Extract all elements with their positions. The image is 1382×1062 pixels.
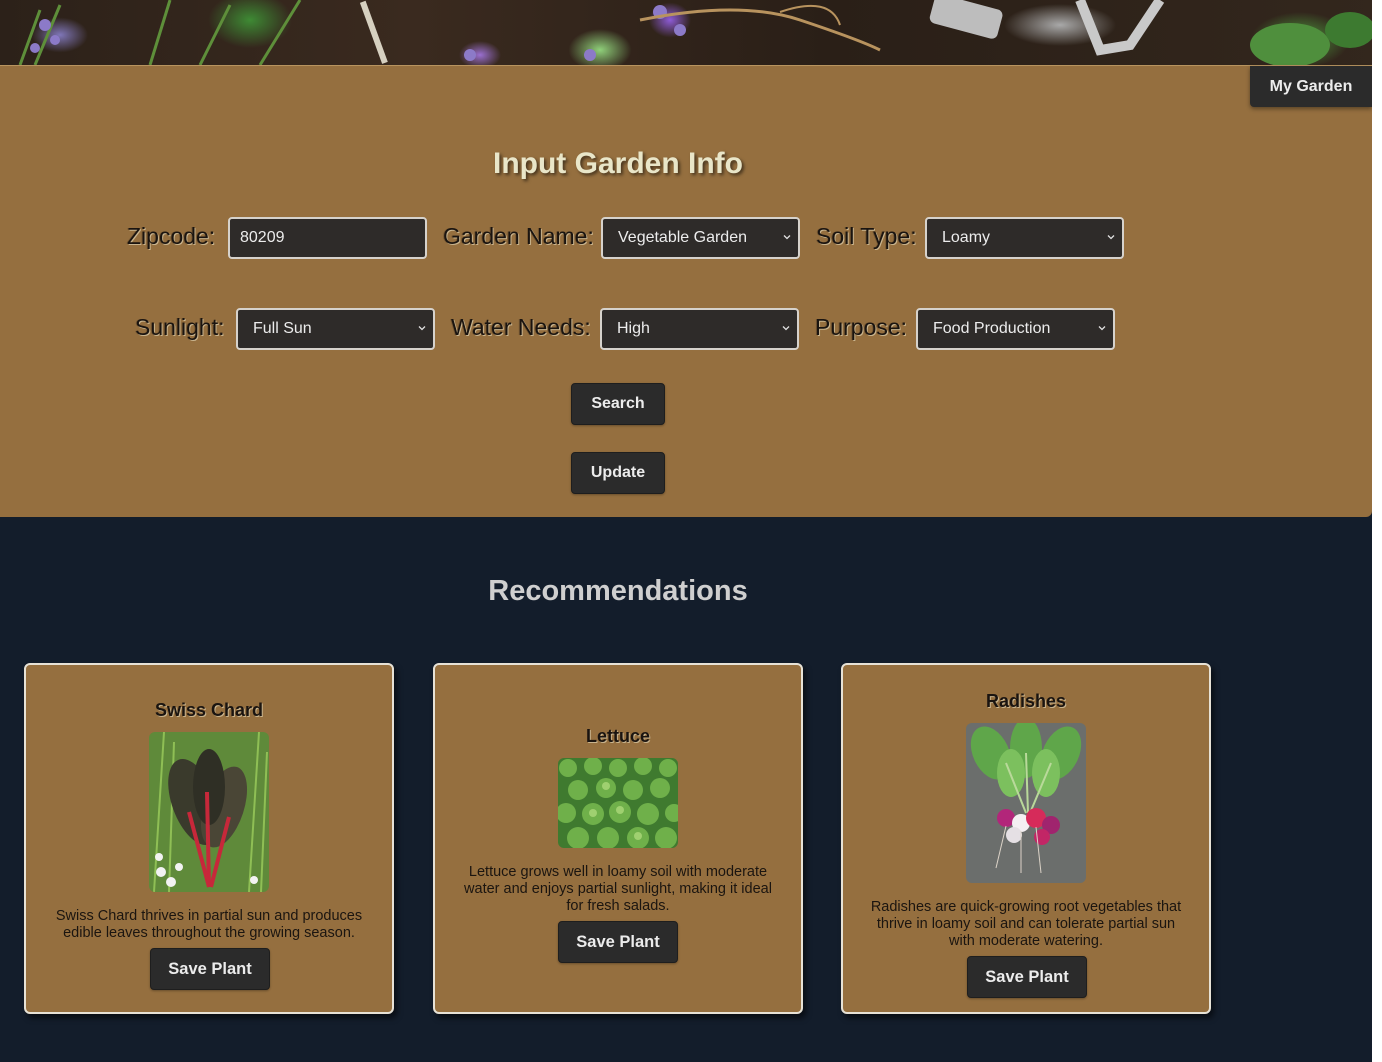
- chevron-down-icon: [1107, 235, 1115, 240]
- garden-banner-illustration: [18, 0, 1375, 65]
- recommendations-title: Recommendations: [488, 575, 748, 607]
- input-section-title: Input Garden Info: [493, 147, 743, 180]
- sunlight-label: Sunlight:: [135, 314, 225, 340]
- plant-card-swiss-chard: Swiss Chard Swiss Chard thrives in parti…: [24, 663, 394, 1014]
- plant-card-radishes: Radishes Radishes are quick-growing root…: [841, 663, 1211, 1014]
- lettuce-image: [558, 758, 678, 848]
- search-button[interactable]: Search: [571, 383, 665, 425]
- soil-type-value: Loamy: [942, 229, 991, 246]
- garden-name-select[interactable]: Vegetable Garden: [601, 217, 800, 259]
- soil-type-label: Soil Type:: [816, 223, 917, 249]
- plant-card-lettuce: Lettuce Lettuce grows well in loamy soil…: [433, 663, 803, 1014]
- save-plant-button[interactable]: Save Plant: [150, 948, 270, 990]
- purpose-label: Purpose:: [815, 314, 908, 340]
- garden-input-panel: My Garden: [0, 65, 1372, 517]
- purpose-value: Food Production: [933, 320, 1051, 337]
- water-needs-select[interactable]: High: [600, 308, 799, 350]
- zipcode-value: 80209: [240, 229, 285, 246]
- chevron-down-icon: [1098, 326, 1106, 331]
- garden-name-label: Garden Name:: [443, 223, 594, 249]
- update-button[interactable]: Update: [571, 452, 665, 494]
- zipcode-label: Zipcode:: [127, 223, 216, 249]
- garden-name-value: Vegetable Garden: [618, 229, 747, 246]
- plant-name: Lettuce: [585, 726, 650, 746]
- water-needs-label: Water Needs:: [451, 314, 591, 340]
- garden-banner-image: [0, 0, 1382, 65]
- purpose-select[interactable]: Food Production: [916, 308, 1115, 350]
- sunlight-select[interactable]: Full Sun: [236, 308, 435, 350]
- zipcode-input[interactable]: 80209: [228, 217, 427, 259]
- save-plant-button[interactable]: Save Plant: [967, 956, 1087, 998]
- my-garden-button[interactable]: My Garden: [1250, 66, 1372, 107]
- save-plant-button[interactable]: Save Plant: [558, 921, 678, 963]
- chevron-down-icon: [418, 326, 426, 331]
- plant-description: Lettuce grows well in loamy soil with mo…: [464, 864, 772, 914]
- plant-name: Swiss Chard: [154, 700, 264, 720]
- chevron-down-icon: [783, 235, 791, 240]
- plant-name: Radishes: [985, 691, 1067, 711]
- sunlight-value: Full Sun: [253, 320, 312, 337]
- page-edge: [1372, 0, 1382, 1062]
- chevron-down-icon: [782, 326, 790, 331]
- radishes-image: [966, 723, 1086, 883]
- plant-description: Swiss Chard thrives in partial sun and p…: [55, 908, 363, 941]
- soil-type-select[interactable]: Loamy: [925, 217, 1124, 259]
- swiss-chard-image: [149, 732, 269, 892]
- water-needs-value: High: [617, 320, 650, 337]
- plant-description: Radishes are quick-growing root vegetabl…: [870, 899, 1182, 949]
